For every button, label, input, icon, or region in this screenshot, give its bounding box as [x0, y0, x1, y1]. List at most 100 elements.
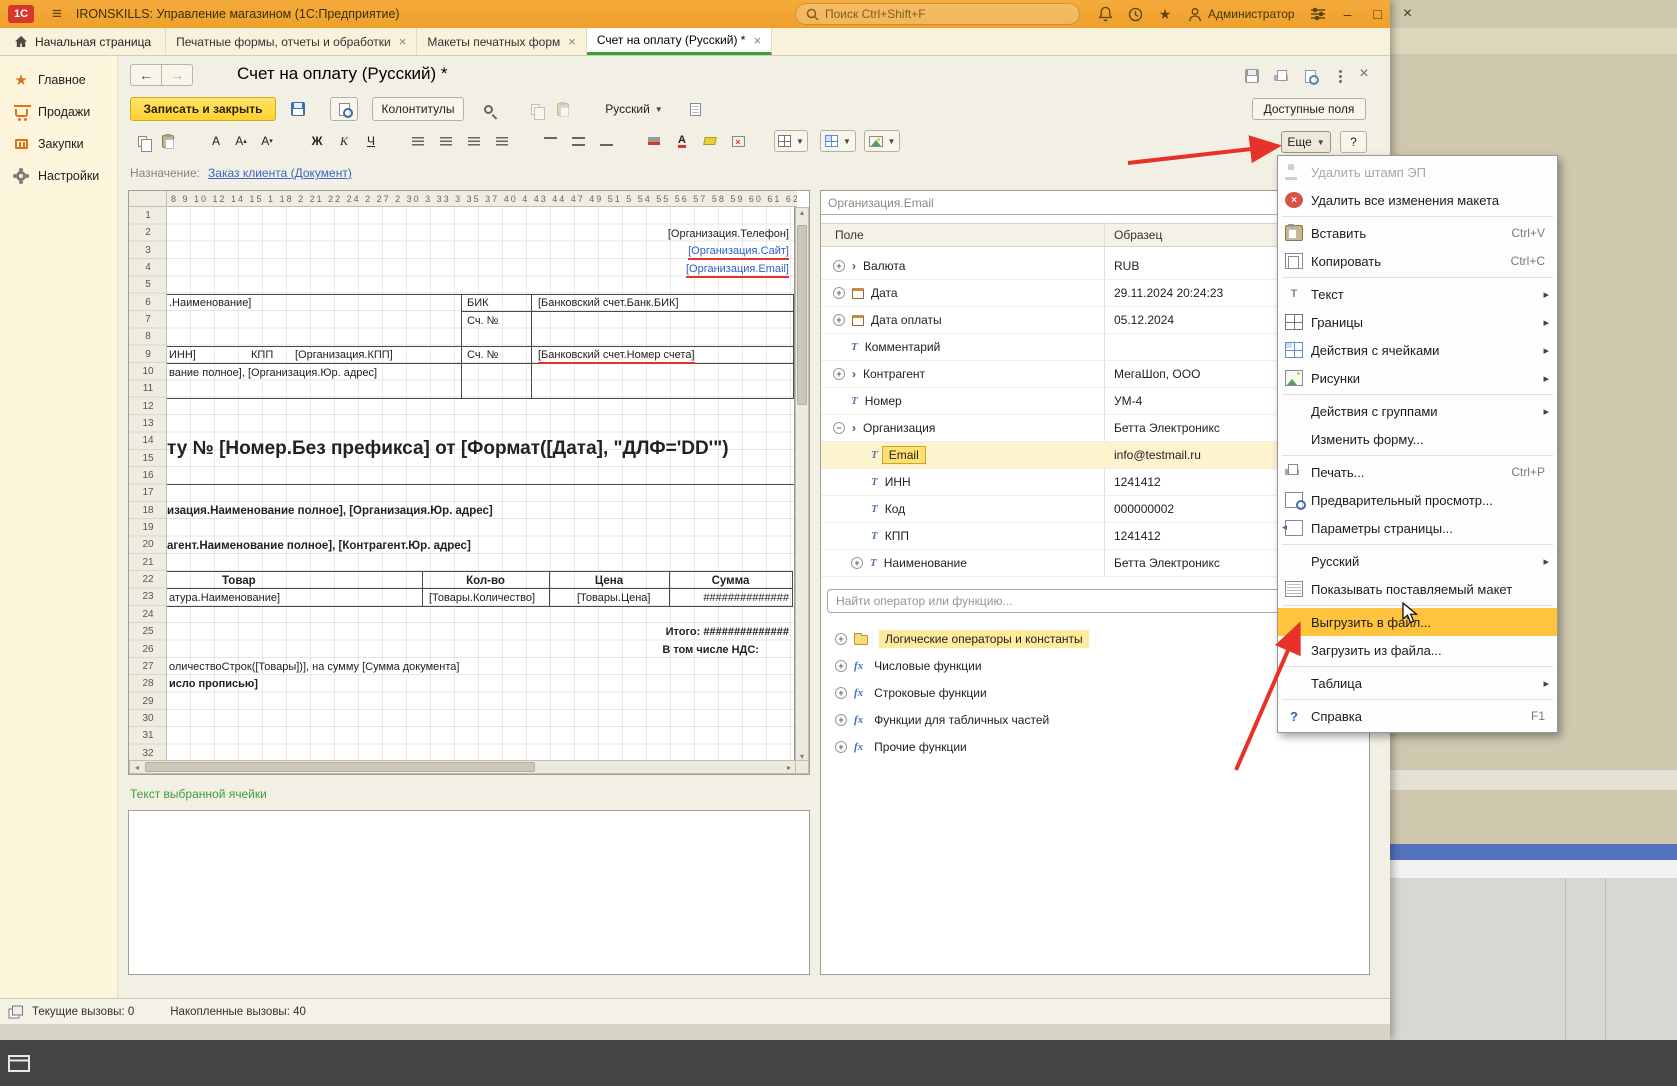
column-headers[interactable]: 8 9 10 12 14 15 1 18 2 21 22 24 2 27 2 3…: [167, 191, 797, 207]
highlight-icon[interactable]: [698, 130, 722, 152]
tab-1[interactable]: Печатные формы, отчеты и обработки×: [166, 28, 417, 55]
headers-footers-button[interactable]: Колонтитулы: [372, 97, 464, 121]
main-menu-icon[interactable]: ≡: [52, 4, 62, 24]
cell-email[interactable]: [Организация.Email]: [686, 262, 789, 277]
menu-item-show-shipped-layout[interactable]: Показывать поставляемый макет: [1278, 575, 1557, 603]
cell-amount-words[interactable]: исло прописью]: [169, 677, 258, 692]
font-increase-icon[interactable]: А▴: [229, 130, 253, 152]
menu-item-pictures[interactable]: Рисунки▸: [1278, 364, 1557, 392]
cells-dropdown-icon[interactable]: ▼: [820, 130, 856, 152]
row-header-17[interactable]: 17: [129, 484, 167, 501]
tab-home[interactable]: Начальная страница: [0, 28, 166, 55]
expand-icon[interactable]: +: [835, 633, 847, 645]
row-header-15[interactable]: 15: [129, 450, 167, 467]
available-fields-button[interactable]: Доступные поля: [1252, 98, 1366, 120]
scroll-left-icon[interactable]: ◂: [130, 763, 144, 772]
row-header-29[interactable]: 29: [129, 693, 167, 710]
column-field[interactable]: Поле: [835, 228, 864, 242]
items-cell-name[interactable]: атура.Наименование]: [169, 591, 280, 606]
items-cell-qty[interactable]: [Товары.Количество]: [429, 591, 535, 606]
menu-item-text[interactable]: ТТекст▸: [1278, 280, 1557, 308]
cell-bik-label[interactable]: БИК: [467, 296, 489, 311]
history-icon[interactable]: [1120, 7, 1150, 22]
borders-dropdown-icon[interactable]: ▼: [774, 130, 808, 152]
cell-kpp-value[interactable]: [Организация.КПП]: [295, 348, 393, 363]
purpose-link[interactable]: Заказ клиента (Документ): [208, 166, 352, 180]
font-decrease-icon[interactable]: А▾: [255, 130, 279, 152]
menu-item-delete-stamp[interactable]: Удалить штамп ЭП: [1278, 158, 1557, 186]
cell-kpp-label[interactable]: КПП: [251, 348, 273, 363]
clear-cell-icon[interactable]: [726, 130, 750, 152]
font-color-icon[interactable]: А: [670, 130, 694, 152]
align-justify-icon[interactable]: [490, 130, 514, 152]
nav-back-button[interactable]: ←: [130, 64, 162, 86]
maximize-icon[interactable]: □: [1363, 6, 1393, 22]
zoom-icon[interactable]: [474, 97, 502, 121]
cell-bik-value[interactable]: [Банковский счет.Банк.БИК]: [538, 296, 679, 311]
row-header-13[interactable]: 13: [129, 415, 167, 432]
row-header-10[interactable]: 10: [129, 363, 167, 380]
sidebar-item-3[interactable]: Закупки: [0, 128, 117, 160]
layout-language-dropdown[interactable]: Русский▼: [602, 97, 666, 121]
selected-cell-textbox[interactable]: [128, 810, 810, 975]
copy-style-icon[interactable]: [522, 97, 548, 121]
border-top-icon[interactable]: [538, 130, 562, 152]
menu-item-page-setup[interactable]: Параметры страницы...: [1278, 514, 1557, 542]
italic-button[interactable]: К: [331, 130, 357, 152]
row-header-25[interactable]: 25: [129, 623, 167, 640]
fill-color-icon[interactable]: [642, 130, 666, 152]
border-middle-icon[interactable]: [566, 130, 590, 152]
cell-org-full[interactable]: вание полное], [Организация.Юр. адрес]: [169, 366, 377, 381]
menu-item-edit-form[interactable]: Изменить форму...: [1278, 425, 1557, 453]
row-header-22[interactable]: 22: [129, 571, 167, 588]
cell-phone[interactable]: [Организация.Телефон]: [668, 227, 789, 242]
vertical-scroll-thumb[interactable]: [797, 225, 807, 405]
preview-icon[interactable]: [330, 97, 358, 121]
row-header-28[interactable]: 28: [129, 675, 167, 692]
bell-icon[interactable]: [1090, 6, 1120, 22]
items-header-product[interactable]: Товар: [222, 574, 256, 589]
row-header-3[interactable]: 3: [129, 242, 167, 259]
tab-close-icon[interactable]: ×: [399, 35, 407, 48]
menu-item-print-preview[interactable]: Предварительный просмотр...: [1278, 486, 1557, 514]
expand-icon[interactable]: +: [835, 741, 847, 753]
save-and-close-button[interactable]: Записать и закрыть: [130, 97, 276, 121]
cell-account-label2[interactable]: Сч. №: [467, 348, 498, 363]
row-header-8[interactable]: 8: [129, 328, 167, 345]
row-header-21[interactable]: 21: [129, 554, 167, 571]
expand-icon[interactable]: +: [835, 714, 847, 726]
paste-icon[interactable]: [156, 130, 180, 152]
row-header-16[interactable]: 16: [129, 467, 167, 484]
sheet-corner[interactable]: [129, 191, 167, 207]
form-print-icon[interactable]: [1269, 66, 1293, 86]
cell-doc-title[interactable]: ту № [Номер.Без префикса] от [Формат([Да…: [167, 434, 729, 464]
menu-item-cell-actions[interactable]: Действия с ячейками▸: [1278, 336, 1557, 364]
expand-icon[interactable]: +: [851, 557, 863, 569]
border-bottom-icon[interactable]: [594, 130, 618, 152]
form-save-icon[interactable]: [1240, 66, 1264, 86]
row-header-12[interactable]: 12: [129, 398, 167, 415]
underline-button[interactable]: Ч: [358, 130, 384, 152]
align-right-icon[interactable]: [462, 130, 486, 152]
global-search-input[interactable]: Поиск Ctrl+Shift+F: [795, 3, 1080, 25]
sidebar-item-4[interactable]: Настройки: [0, 160, 117, 192]
items-cell-sum[interactable]: ##############: [669, 591, 789, 606]
form-preview-icon[interactable]: [1298, 66, 1322, 86]
scroll-right-icon[interactable]: ▸: [782, 763, 796, 772]
service-menu-icon[interactable]: [1303, 7, 1333, 21]
row-header-1[interactable]: 1: [129, 207, 167, 224]
font-icon[interactable]: А: [204, 130, 228, 152]
cell-total[interactable]: Итого: ##############: [547, 625, 789, 640]
sidebar-item-2[interactable]: Продажи: [0, 96, 117, 128]
close-icon[interactable]: ×: [1393, 5, 1423, 23]
items-header-qty[interactable]: Кол-во: [422, 574, 549, 589]
cell-count-line[interactable]: оличествоСтрок([Товары])], на сумму [Сум…: [169, 660, 459, 675]
current-user[interactable]: Администратор: [1180, 7, 1303, 22]
expand-icon[interactable]: +: [835, 660, 847, 672]
menu-item-discard-layout-changes[interactable]: Удалить все изменения макета: [1278, 186, 1557, 214]
expand-icon[interactable]: +: [833, 287, 845, 299]
cell-customer[interactable]: агент.Наименование полное], [Контрагент.…: [167, 539, 471, 554]
row-header-23[interactable]: 23: [129, 588, 167, 605]
cell-site[interactable]: [Организация.Сайт]: [688, 244, 789, 259]
menu-item-group-actions[interactable]: Действия с группами▸: [1278, 397, 1557, 425]
